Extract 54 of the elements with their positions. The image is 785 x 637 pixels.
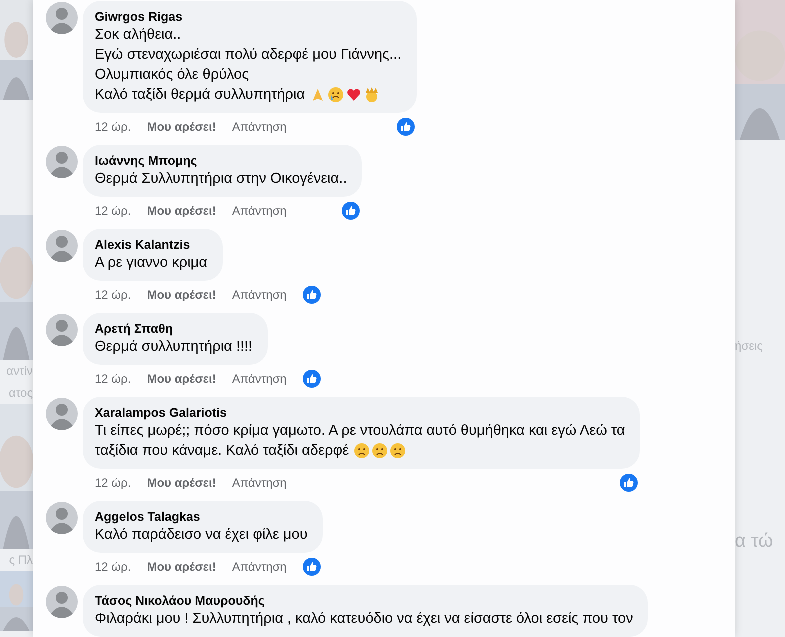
comment-text: Εγώ στεναχωριέσαι πολύ αδερφέ μου Γιάννης... — [95, 46, 402, 65]
comment-text: Καλό παράδεισο να έχει φίλε μου — [95, 526, 308, 545]
sad-face-icon — [354, 443, 370, 459]
comment-time: 12 ώρ. — [95, 119, 132, 135]
author-name: Xaralampos Galariotis — [95, 405, 228, 421]
avatar-icon[interactable] — [46, 2, 78, 34]
like-link[interactable]: Μου αρέσει! — [147, 475, 216, 491]
avatar-icon[interactable] — [46, 146, 78, 178]
avatar-icon[interactable] — [46, 314, 78, 346]
reply-link[interactable]: Απάντηση — [232, 203, 287, 219]
reply-link[interactable]: Απάντηση — [232, 371, 287, 387]
background-text: ατος — [9, 385, 33, 402]
crying-face-icon — [328, 87, 344, 103]
avatar-icon[interactable] — [46, 230, 78, 262]
background-text: ήσεις — [735, 338, 763, 355]
background-text: ς Πλ — [9, 552, 33, 569]
comment-text: Α ρε γιαννο κριμα — [95, 254, 208, 273]
comment-time: 12 ώρ. — [95, 475, 132, 491]
comment-time: 12 ώρ. — [95, 203, 132, 219]
comment-time: 12 ώρ. — [95, 287, 132, 303]
reply-link[interactable]: Απάντηση — [232, 559, 287, 575]
author-name: Giwrgos Rigas — [95, 9, 184, 25]
comment-text: Ολυμπιακός όλε θρύλος — [95, 66, 250, 85]
avatar-icon[interactable] — [46, 502, 78, 534]
author-name: Alexis Kalantzis — [95, 237, 192, 253]
comment-text: Φιλαράκι μου ! Συλλυπητήρια , καλό κατευόδιο να έχει να είσαστε όλοι εσείς που τον — [95, 610, 634, 629]
crown-face-icon — [364, 87, 380, 103]
avatar-icon[interactable] — [46, 586, 78, 618]
heart-icon — [346, 87, 362, 103]
comment-time: 12 ώρ. — [95, 371, 132, 387]
reply-link[interactable]: Απάντηση — [232, 475, 287, 491]
like-link[interactable]: Μου αρέσει! — [147, 559, 216, 575]
reply-link[interactable]: Απάντηση — [232, 119, 287, 135]
comment-text: Θερμά Συλλυπητήρια στην Οικογένεια.. — [95, 170, 348, 189]
author-name: Τάσος Νικολάου Μαυρουδής — [95, 593, 266, 609]
sad-face-icon — [390, 443, 406, 459]
author-name: Αρετή Σπαθη — [95, 321, 174, 337]
like-link[interactable]: Μου αρέσει! — [147, 203, 216, 219]
comment-text: Τι είπες μωρέ;; πόσο κρίμα γαμωτο. Α ρε ντουλάπα αυτό θυμήθηκα και εγώ Λεώ τα — [95, 422, 626, 441]
comment-text: Καλό ταξίδι θερμά συλλυπητήρια — [95, 86, 306, 105]
author-name: Aggelos Talagkas — [95, 509, 202, 525]
author-name: Ιωάννης Μπομης — [95, 153, 198, 169]
comment-text: Θερμά συλλυπητήρια !!!! — [95, 338, 253, 357]
sad-face-icon — [372, 443, 388, 459]
like-link[interactable]: Μου αρέσει! — [147, 371, 216, 387]
like-link[interactable]: Μου αρέσει! — [147, 119, 216, 135]
reply-link[interactable]: Απάντηση — [232, 287, 287, 303]
like-link[interactable]: Μου αρέσει! — [147, 287, 216, 303]
background-text: α τώ — [735, 530, 774, 554]
comment-text: Σοκ αλήθεια.. — [95, 26, 182, 45]
comment-text: ταξίδια που κάναμε. Καλό ταξίδι αδερφέ — [95, 442, 350, 461]
background-text: αντίν — [6, 363, 33, 380]
avatar-icon[interactable] — [46, 398, 78, 430]
comment-time: 12 ώρ. — [95, 559, 132, 575]
